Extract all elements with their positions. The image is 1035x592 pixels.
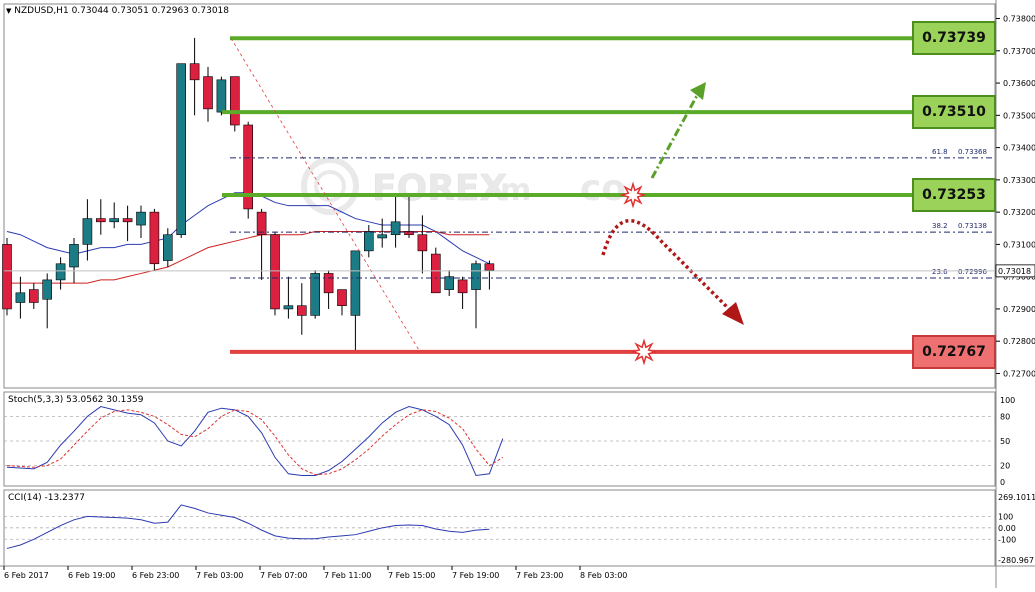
candle-body [296, 305, 307, 316]
stoch-title: Stoch(5,3,3) 53.0562 30.1359 [8, 395, 144, 405]
candle-body [82, 218, 93, 245]
time-tick-label: 7 Feb 19:00 [452, 571, 499, 580]
time-tick-label: 6 Feb 2017 [4, 571, 49, 580]
symbol-label: NZDUSD,H1 [14, 6, 69, 16]
cci-title: CCI(14) -13.2377 [8, 493, 86, 503]
chart-header: ▼ NZDUSD,H1 0.73044 0.73051 0.72963 0.73… [6, 6, 229, 16]
price-tick-label: 0.73300 [1003, 176, 1035, 185]
price-tick-label: 0.73600 [1003, 79, 1035, 88]
price-tick-label: 0.73200 [1003, 208, 1035, 217]
ohlc-label: 0.73044 0.73051 0.72963 0.73018 [71, 6, 230, 16]
chart-window: FOREX m co 61.8 0.73368 38.2 0.73138 23.6 0.7… [0, 0, 1035, 588]
time-tick-label: 7 Feb 03:00 [196, 571, 243, 580]
fib-value-label: 0.73138 [958, 222, 987, 230]
lower-burst-icon [630, 338, 658, 366]
level-badge: 0.72767 [912, 334, 996, 369]
price-tick-label: 0.73100 [1003, 240, 1035, 249]
price-tick-label: 0.73800 [1003, 15, 1035, 24]
cci-axis-label: 0.00 [998, 524, 1016, 533]
fib-ratio-label: 61.8 [932, 148, 948, 156]
time-tick-label: 6 Feb 19:00 [68, 571, 115, 580]
watermark-tail: co [580, 168, 626, 209]
candle-body [163, 234, 173, 261]
price-tick-label: 0.72900 [1003, 305, 1035, 314]
price-tick-label: 0.73700 [1003, 47, 1035, 56]
watermark-suffix: m [500, 173, 531, 208]
price-tick-label: 0.73500 [1003, 111, 1035, 120]
price-tick-label: 0.72700 [1003, 369, 1035, 378]
candle-body [390, 221, 401, 236]
candle-body [350, 250, 361, 316]
candle-body [363, 231, 374, 252]
candle-body [430, 253, 441, 294]
candle-body [471, 263, 481, 290]
candle-body [122, 218, 133, 223]
candle-body [377, 234, 388, 239]
candle-body [323, 273, 334, 294]
candle-body [417, 234, 428, 252]
chart-canvas: FOREX m co 61.8 0.73368 38.2 0.73138 23.6 0.7… [0, 0, 1035, 588]
stoch-axis-label: 80 [1000, 412, 1010, 421]
time-tick-label: 7 Feb 11:00 [324, 571, 371, 580]
time-tick-label: 6 Feb 23:00 [132, 571, 179, 580]
candle-body [457, 279, 468, 294]
stoch-pane-border [3, 391, 996, 487]
level-badge: 0.73739 [912, 21, 996, 56]
candle-body [2, 244, 12, 310]
dropdown-triangle-icon[interactable]: ▼ [6, 7, 11, 15]
candle-body [28, 289, 39, 303]
stoch-axis-label: 0 [1000, 478, 1005, 487]
fib-ratio-label: 38.2 [932, 222, 948, 230]
fib-value-label: 0.72996 [958, 268, 987, 276]
candle-body [216, 79, 227, 113]
cci-axis-label: -280.967 [998, 556, 1034, 565]
candle-body [484, 263, 495, 271]
time-tick-label: 7 Feb 07:00 [260, 571, 307, 580]
time-tick-label: 7 Feb 23:00 [516, 571, 563, 580]
candle-body [15, 292, 26, 303]
candle-body [42, 279, 53, 300]
candle-body [136, 211, 146, 226]
candle-body [256, 211, 267, 236]
watermark-text: FOREX [372, 168, 508, 209]
candle-body [283, 305, 294, 310]
candle-body [96, 218, 106, 223]
fib-ratio-label: 23.6 [932, 268, 948, 276]
candle-body [55, 263, 66, 281]
current-price-label: 0.73018 [998, 267, 1031, 276]
candle-body [109, 218, 119, 223]
stoch-axis-label: 50 [1000, 437, 1010, 446]
candle-body [310, 273, 321, 316]
level-badge: 0.73253 [912, 178, 996, 213]
price-tick-label: 0.73400 [1003, 144, 1035, 153]
fib-value-label: 0.73368 [958, 148, 987, 156]
candle-body [337, 289, 347, 307]
candle-body [189, 63, 200, 81]
time-tick-label: 7 Feb 15:00 [388, 571, 435, 580]
stoch-axis-label: 100 [1000, 396, 1015, 405]
price-tick-label: 0.72800 [1003, 337, 1035, 346]
candle-body [176, 63, 186, 236]
time-tick-label: 8 Feb 03:00 [580, 571, 627, 580]
cci-axis-label: 269.1011 [998, 493, 1035, 502]
candle-body [270, 234, 280, 310]
candle-body [203, 76, 213, 110]
upper-burst-icon [619, 181, 647, 209]
candle-body [69, 244, 79, 268]
cci-axis-label: -100 [998, 535, 1016, 544]
stoch-axis-label: 20 [1000, 462, 1010, 471]
candle-body [230, 76, 240, 126]
candle-body [149, 211, 160, 265]
time-axis: 6 Feb 2017 6 Feb 19:00 6 Feb 23:00 7 Feb 03… [3, 566, 627, 580]
cci-axis-label: 100 [998, 512, 1013, 521]
level-badge: 0.73510 [912, 95, 996, 130]
candle-body [444, 276, 455, 290]
